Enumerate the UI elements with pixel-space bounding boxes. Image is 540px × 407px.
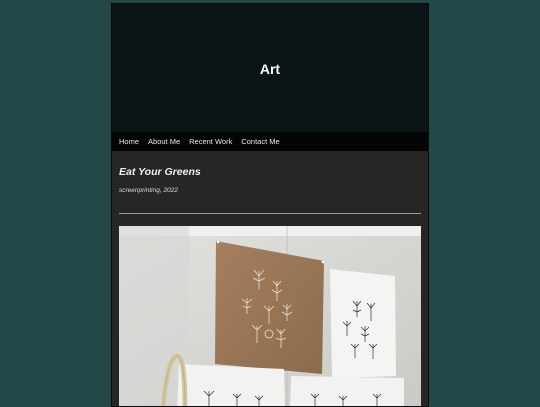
- site-header: Art: [112, 4, 428, 132]
- site-title[interactable]: Art: [260, 61, 280, 77]
- artwork-photo: [119, 226, 421, 406]
- post-meta: screenprinting, 2022: [119, 187, 178, 194]
- post-content: Eat Your Greens screenprinting, 2022: [119, 151, 421, 406]
- nav-item-about-me[interactable]: About Me: [148, 137, 180, 146]
- post-title: Eat Your Greens: [119, 166, 201, 178]
- artwork-photo-image: [119, 226, 421, 406]
- page-container: Art Home About Me Recent Work Contact Me…: [111, 3, 429, 407]
- main-nav: Home About Me Recent Work Contact Me: [112, 132, 428, 151]
- nav-item-home[interactable]: Home: [119, 137, 139, 146]
- nav-item-recent-work[interactable]: Recent Work: [189, 137, 232, 146]
- divider: [119, 213, 421, 214]
- nav-item-contact-me[interactable]: Contact Me: [241, 137, 279, 146]
